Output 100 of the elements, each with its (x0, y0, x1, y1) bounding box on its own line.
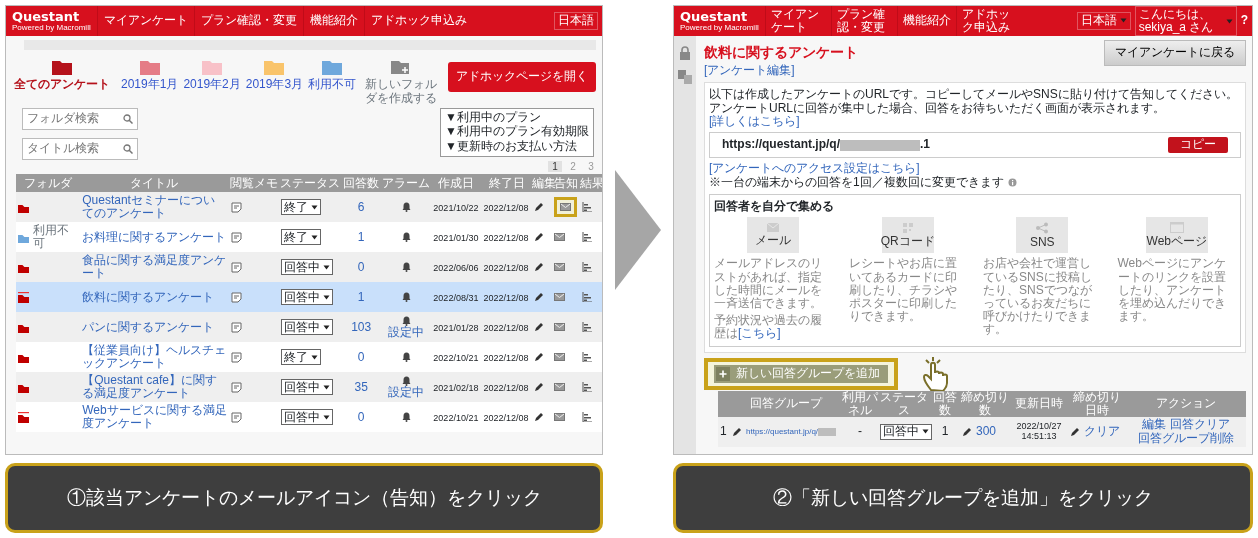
bell-icon[interactable] (401, 262, 411, 273)
status-select[interactable]: 終了 (280, 229, 321, 246)
nav-link[interactable]: アドホック申込み (955, 6, 1022, 36)
pencil-icon[interactable] (533, 352, 544, 363)
bell-icon[interactable] (401, 352, 411, 363)
status-select[interactable]: 回答中 (280, 319, 333, 336)
memo-icon[interactable] (230, 232, 242, 243)
pencil-icon[interactable] (533, 382, 544, 393)
mail-icon[interactable] (553, 353, 565, 362)
folder-icon[interactable] (18, 322, 29, 333)
nav-link[interactable]: プラン確認・変更 (830, 6, 897, 36)
details-link[interactable]: [詳しくはこちら] (709, 114, 800, 129)
channel-tile[interactable]: QRコード (881, 217, 934, 254)
history-link[interactable]: [こちら] (738, 326, 781, 341)
info-link[interactable]: ▼利用中のプラン有効期限 (445, 125, 589, 140)
chart-icon[interactable] (581, 262, 592, 273)
folder-icon[interactable] (18, 292, 29, 303)
channel-tile[interactable]: SNS (1016, 217, 1069, 254)
copy-button[interactable]: コピー (1168, 137, 1228, 154)
back-button[interactable]: マイアンケートに戻る (1104, 40, 1246, 66)
nav-link[interactable]: マイアンケート (764, 6, 831, 36)
response-count[interactable]: 6 (357, 199, 365, 214)
bell-icon[interactable] (401, 316, 411, 327)
adhoc-button[interactable]: アドホックページを開く (448, 62, 596, 92)
folder-icon[interactable] (18, 382, 29, 393)
response-count[interactable]: 35 (354, 379, 368, 394)
folder-icon[interactable] (52, 58, 72, 75)
pencil-icon[interactable] (533, 292, 544, 303)
response-count[interactable]: 1 (357, 289, 365, 304)
chart-icon[interactable] (581, 322, 592, 333)
bell-icon[interactable] (401, 202, 411, 213)
nav-link[interactable]: 機能紹介 (896, 6, 956, 36)
folder-label[interactable]: 2019年3月 (245, 78, 304, 92)
pencil-icon[interactable] (533, 262, 544, 273)
memo-icon[interactable] (230, 382, 242, 393)
nav-link[interactable]: プラン確認・変更 (193, 6, 303, 36)
mail-icon[interactable] (553, 413, 565, 422)
memo-icon[interactable] (230, 322, 242, 333)
survey-title-link[interactable]: Webサービスに関する満足度アンケート (82, 403, 227, 432)
memo-icon[interactable] (230, 292, 242, 303)
mail-icon[interactable] (553, 263, 565, 272)
search-field[interactable]: タイトル検索 (22, 137, 138, 160)
folder-icon[interactable] (18, 202, 29, 213)
folder-label[interactable]: 利用不可 (308, 78, 357, 92)
logo[interactable]: Questant (680, 10, 759, 23)
folder-icon[interactable] (18, 352, 29, 363)
mail-icon[interactable] (559, 203, 571, 212)
new-folder-icon[interactable] (391, 58, 412, 75)
pencil-icon[interactable] (533, 202, 544, 213)
status-select[interactable]: 終了 (280, 349, 321, 366)
search-field[interactable]: フォルダ検索 (22, 107, 138, 130)
mail-icon[interactable] (553, 233, 565, 242)
survey-title-link[interactable]: 【Questant cafe】に関する満足度アンケート (82, 373, 227, 402)
pencil-icon[interactable] (533, 412, 544, 423)
limit-link[interactable]: 300 (976, 425, 997, 439)
status-select[interactable]: 回答中 (280, 409, 333, 426)
folder-label[interactable]: 2019年2月 (183, 78, 241, 92)
help-link[interactable]: ? (1236, 14, 1248, 28)
survey-title-link[interactable]: 食品に関する満足度アンケート (82, 253, 227, 282)
bell-icon[interactable] (401, 376, 411, 387)
status-select[interactable]: 回答中 (880, 423, 932, 440)
edit-link[interactable]: [アンケート編集] (704, 64, 858, 78)
status-select[interactable]: 回答中 (280, 289, 333, 306)
folder-icon[interactable] (18, 262, 29, 273)
folder-label[interactable]: 全てのアンケート (14, 78, 110, 92)
chart-icon[interactable] (581, 352, 592, 363)
mail-icon[interactable] (553, 323, 565, 332)
info-link[interactable]: ▼更新時のお支払い方法 (445, 140, 589, 154)
chart-icon[interactable] (581, 292, 592, 303)
status-select[interactable]: 終了 (280, 199, 321, 216)
chart-icon[interactable] (581, 202, 592, 213)
memo-icon[interactable] (230, 202, 242, 213)
mail-icon[interactable] (553, 383, 565, 392)
status-select[interactable]: 回答中 (280, 259, 333, 276)
memo-icon[interactable] (230, 262, 242, 273)
bell-icon[interactable] (401, 232, 411, 243)
status-select[interactable]: 回答中 (280, 379, 333, 396)
chart-icon[interactable] (581, 412, 592, 423)
new-folder-label[interactable]: 新しいフォルダを作成する (365, 78, 438, 106)
chart-icon[interactable] (581, 232, 592, 243)
memo-icon[interactable] (230, 352, 242, 363)
pencil-icon[interactable] (732, 426, 742, 437)
action-link[interactable]: 編集 回答クリア (1128, 418, 1244, 432)
access-settings-link[interactable]: [アンケートへのアクセス設定はこちら] (709, 162, 1241, 176)
response-count[interactable]: 0 (357, 259, 365, 274)
info-link[interactable]: ▼利用中のプラン (445, 110, 589, 125)
survey-title-link[interactable]: Questantセミナーについてのアンケート (82, 193, 227, 222)
lock-icon[interactable] (679, 46, 691, 60)
nav-link[interactable]: マイアンケート (96, 6, 194, 36)
pencil-icon[interactable] (962, 426, 972, 437)
info-icon[interactable] (1007, 178, 1017, 188)
mail-icon[interactable] (553, 293, 565, 302)
folder-label[interactable]: 2019年1月 (121, 78, 179, 92)
language-select[interactable]: 日本語 (1076, 12, 1131, 30)
response-count[interactable]: 0 (357, 349, 365, 364)
response-count[interactable]: 1 (357, 229, 365, 244)
channel-tile[interactable]: Webページ (1145, 217, 1208, 254)
pencil-icon[interactable] (1070, 426, 1080, 437)
pencil-icon[interactable] (533, 322, 544, 333)
chart-icon[interactable] (581, 382, 592, 393)
